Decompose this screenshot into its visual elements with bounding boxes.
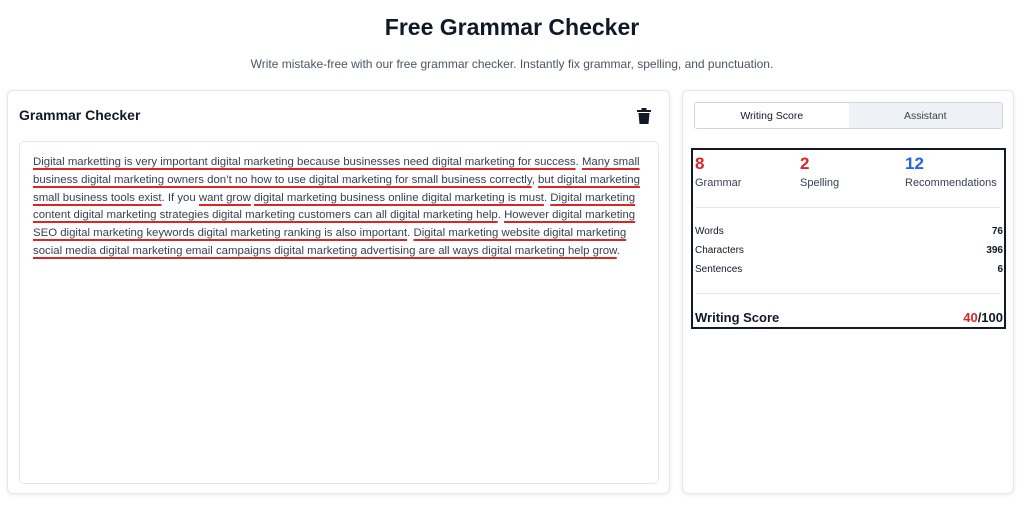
stat-characters-value: 396: [986, 245, 1003, 256]
text-segment: .: [616, 244, 620, 257]
page-subtitle: Write mistake-free with our free grammar…: [250, 57, 774, 71]
trash-icon[interactable]: [637, 108, 651, 124]
writing-score-value: 40/100: [963, 310, 1003, 325]
stat-sentences-value: 6: [997, 264, 1003, 275]
editor-title: Grammar Checker: [19, 107, 141, 123]
stat-sentences: Sentences 6: [695, 264, 1003, 275]
writing-score-label: Writing Score: [695, 310, 780, 325]
spelling-count-label: Spelling: [800, 177, 840, 189]
grammar-count: 8 Grammar: [695, 154, 741, 189]
recommendations-count-value: 12: [905, 154, 924, 173]
error-highlight[interactable]: Digital marketting: [33, 156, 121, 168]
error-highlight[interactable]: want grow: [199, 192, 251, 204]
stat-words: Words 76: [695, 226, 1003, 237]
text-segment: . If you: [161, 191, 199, 204]
divider: [695, 293, 1000, 294]
score-panel: Writing Score Assistant 8 Grammar 2 Spel…: [682, 90, 1014, 494]
stat-characters: Characters 396: [695, 245, 1003, 256]
tab-bar: Writing Score Assistant: [694, 102, 1003, 129]
stat-words-label: Words: [695, 226, 724, 237]
page-title: Free Grammar Checker: [384, 14, 640, 40]
writing-score: Writing Score 40/100: [695, 310, 1003, 325]
editor-content[interactable]: Digital marketting is very important dig…: [33, 154, 649, 261]
score-box: 8 Grammar 2 Spelling 12 Recommendations …: [691, 148, 1006, 329]
stat-characters-label: Characters: [695, 245, 744, 256]
spelling-count: 2 Spelling: [800, 154, 839, 189]
tab-assistant[interactable]: Assistant: [848, 103, 1002, 128]
editor-card: Grammar Checker Digital marketting is ve…: [7, 90, 670, 494]
stat-sentences-label: Sentences: [695, 264, 743, 275]
recommendations-count: 12 Recommendations: [905, 154, 997, 189]
tab-writing-score[interactable]: Writing Score: [695, 103, 849, 128]
grammar-count-label: Grammar: [695, 177, 742, 189]
spelling-count-value: 2: [800, 154, 810, 173]
error-highlight[interactable]: is very important digital marketing beca…: [121, 156, 575, 168]
writing-score-number: 40: [963, 310, 978, 325]
error-highlight[interactable]: digital marketing business online digita…: [254, 192, 544, 204]
text-editor[interactable]: Digital marketting is very important dig…: [19, 141, 659, 484]
writing-score-max: /100: [977, 310, 1003, 325]
recommendations-count-label: Recommendations: [905, 177, 997, 189]
issue-counts: 8 Grammar 2 Spelling 12 Recommendations: [693, 154, 1004, 194]
grammar-count-value: 8: [695, 154, 705, 173]
stat-words-value: 76: [991, 226, 1003, 237]
divider: [695, 207, 1000, 208]
